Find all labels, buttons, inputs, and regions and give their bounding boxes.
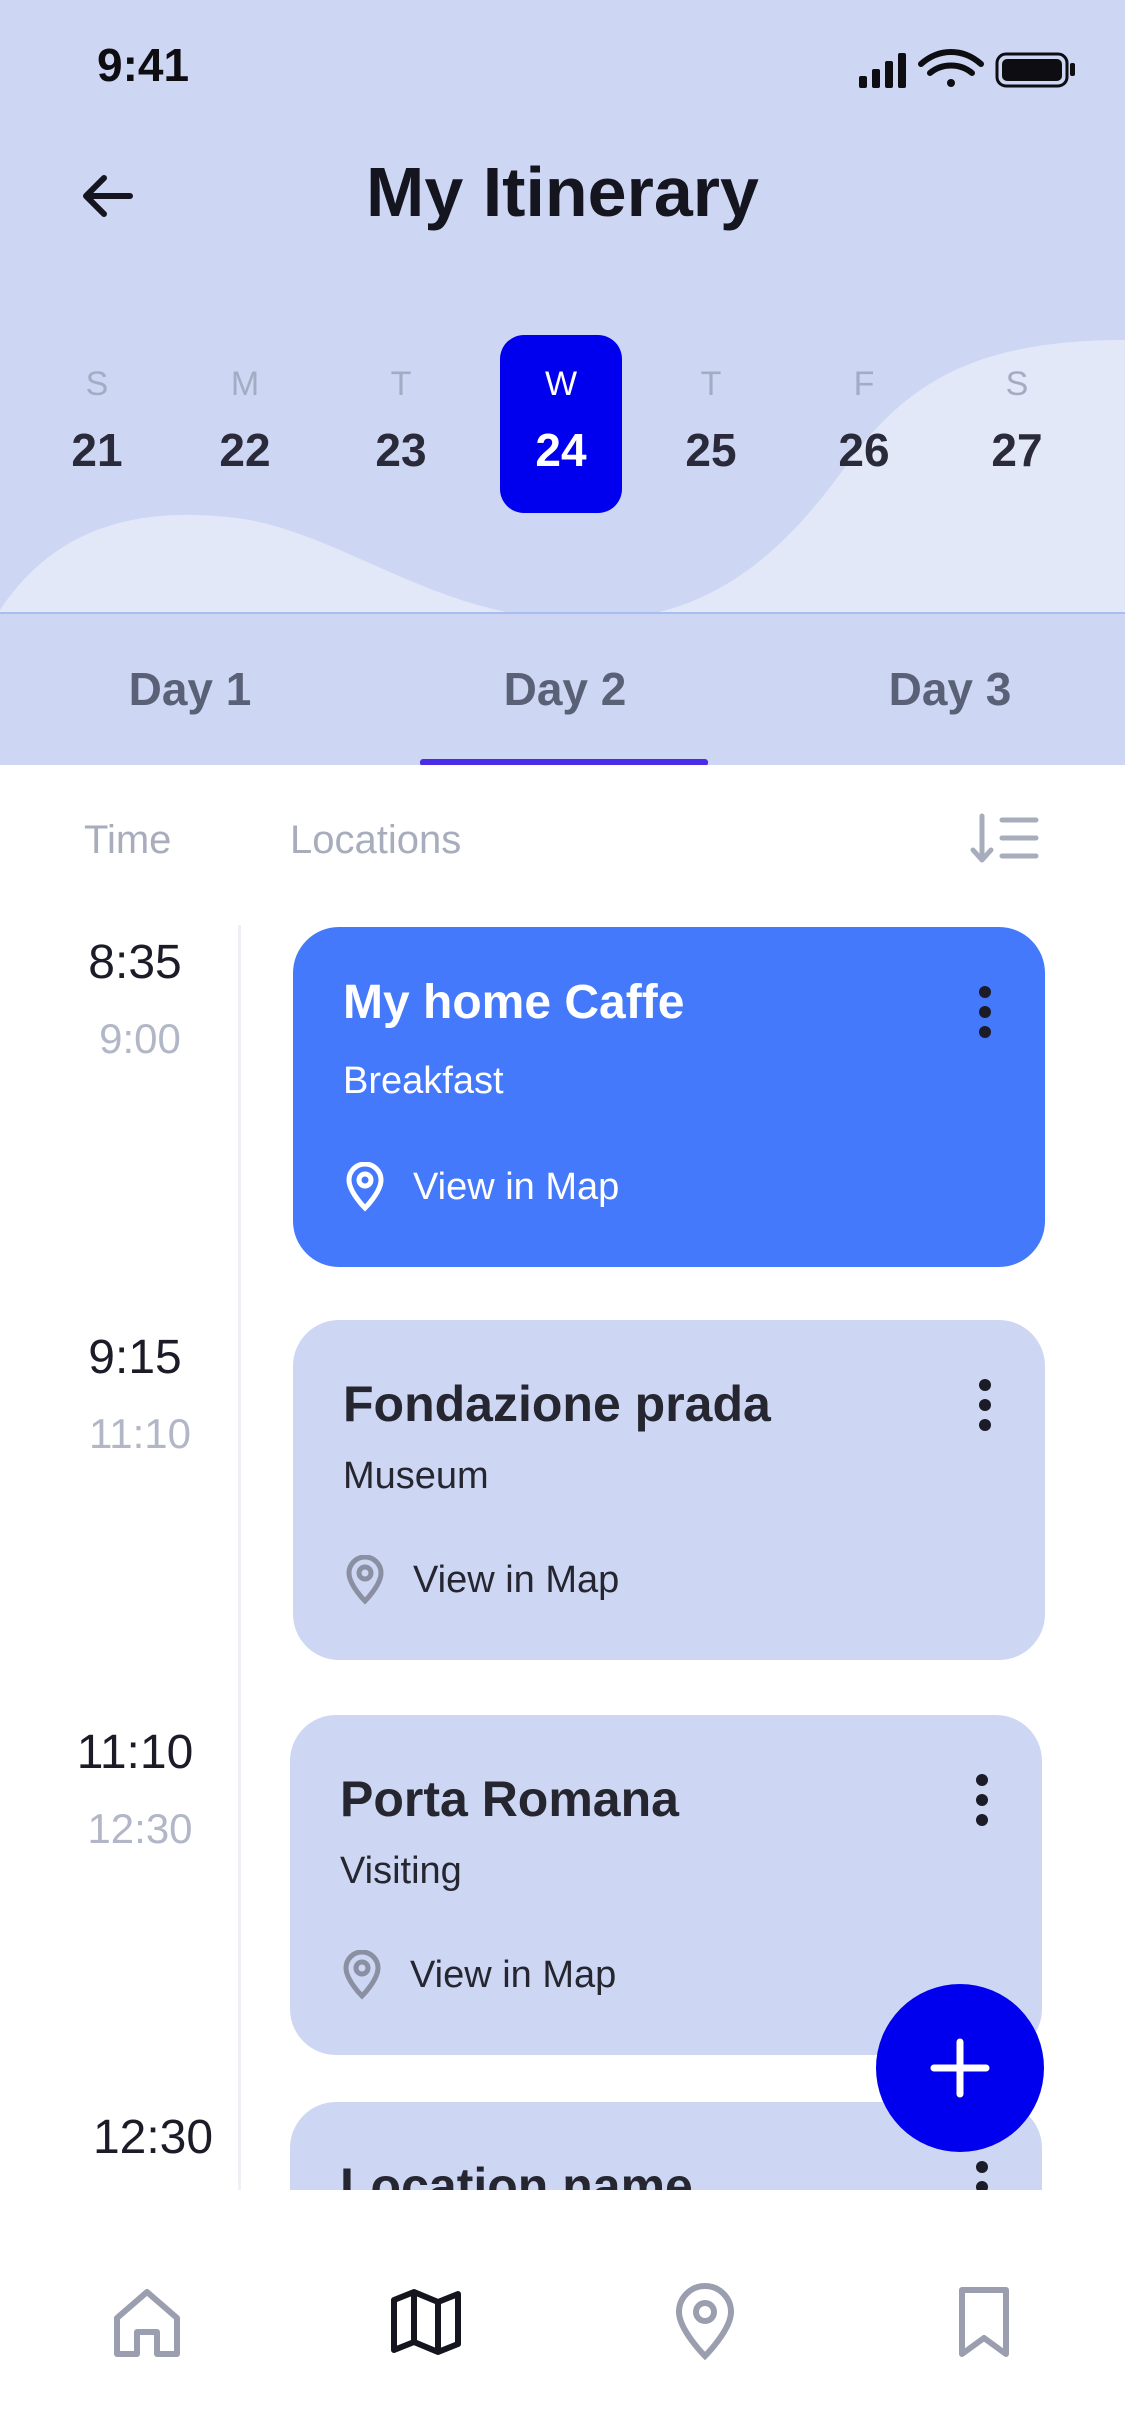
- day-of-week: T: [700, 365, 722, 403]
- location-title: Porta Romana: [340, 1771, 679, 1827]
- week-strip: S 21 M 22 T 23 W 24 T 25 F 26 S 27: [0, 335, 1125, 515]
- list-header: Time Locations: [0, 810, 1125, 880]
- add-location-button[interactable]: [876, 1984, 1044, 2152]
- start-time: 11:10: [76, 1726, 194, 1779]
- location-category: Breakfast: [343, 1060, 504, 1102]
- day-number: 22: [219, 424, 271, 476]
- day-26[interactable]: F 26: [803, 335, 925, 513]
- day-23[interactable]: T 23: [340, 335, 462, 513]
- end-time: 12:30: [87, 1805, 193, 1852]
- header: 9:41 My Itinerary S 21 M 22 T 23 W 24 T …: [0, 0, 1125, 765]
- location-category: Visiting: [340, 1850, 462, 1892]
- day-number: 25: [685, 424, 737, 476]
- signal-icon: [859, 53, 906, 88]
- day-of-week: W: [544, 365, 578, 403]
- start-time: 9:15: [88, 1331, 182, 1384]
- location-title: My home Caffe: [343, 976, 685, 1029]
- status-icons: [859, 49, 1075, 88]
- location-title: Fondazione prada: [343, 1376, 771, 1432]
- map-icon[interactable]: [386, 2282, 466, 2362]
- active-tab-indicator: [420, 759, 708, 765]
- page-title: My Itinerary: [366, 153, 759, 231]
- day-number: 23: [375, 424, 427, 476]
- more-vertical-icon[interactable]: [965, 982, 1005, 1042]
- home-icon[interactable]: [107, 2282, 187, 2362]
- location-pin-icon: [346, 1162, 384, 1212]
- location-pin-icon: [343, 1950, 381, 2000]
- timeline-line: [238, 925, 241, 2190]
- day-25[interactable]: T 25: [650, 335, 772, 513]
- location-card[interactable]: Fondazione prada Museum View in Map: [293, 1320, 1045, 1660]
- plus-icon: [930, 2038, 990, 2098]
- nav-bar: My Itinerary: [0, 140, 1125, 250]
- day-of-week: S: [1005, 365, 1029, 403]
- day-number: 21: [71, 424, 123, 476]
- battery-icon: [995, 52, 1075, 88]
- tab-day-2[interactable]: Day 2: [465, 614, 665, 765]
- day-number: 26: [838, 424, 890, 476]
- day-22[interactable]: M 22: [184, 335, 306, 513]
- end-time: 11:10: [89, 1410, 191, 1457]
- view-in-map-label: View in Map: [413, 1559, 620, 1601]
- location-card-selected[interactable]: My home Caffe Breakfast View in Map: [293, 927, 1045, 1267]
- tab-day-1[interactable]: Day 1: [90, 614, 290, 765]
- status-time: 9:41: [97, 39, 190, 91]
- day-of-week: F: [853, 365, 875, 403]
- view-in-map-label: View in Map: [413, 1166, 620, 1208]
- start-time: 8:35: [88, 936, 182, 989]
- start-time: 12:30: [92, 2111, 214, 2164]
- day-number: 24: [535, 424, 587, 476]
- day-21[interactable]: S 21: [36, 335, 158, 513]
- day-of-week: T: [390, 365, 412, 403]
- day-number: 27: [991, 424, 1043, 476]
- bottom-nav: [0, 2190, 1125, 2436]
- view-in-map-label: View in Map: [410, 1954, 617, 1996]
- status-bar: 9:41: [0, 0, 1125, 135]
- wifi-icon: [918, 49, 984, 87]
- column-locations-label: Locations: [290, 818, 462, 862]
- location-pin-icon: [346, 1555, 384, 1605]
- tab-day-3[interactable]: Day 3: [850, 614, 1050, 765]
- more-vertical-icon[interactable]: [962, 1770, 1002, 1830]
- location-category: Museum: [343, 1455, 489, 1497]
- column-time-label: Time: [84, 818, 172, 862]
- sort-icon[interactable]: [970, 810, 1040, 870]
- day-tabs: Day 1 Day 2 Day 3: [0, 612, 1125, 765]
- more-vertical-icon[interactable]: [965, 1375, 1005, 1435]
- day-of-week: S: [85, 365, 109, 403]
- end-time: 9:00: [99, 1015, 181, 1062]
- location-pin-icon[interactable]: [665, 2282, 745, 2362]
- day-27[interactable]: S 27: [956, 335, 1078, 513]
- bookmark-icon[interactable]: [944, 2282, 1024, 2362]
- day-24-selected[interactable]: W 24: [500, 335, 622, 513]
- day-of-week: M: [230, 365, 260, 403]
